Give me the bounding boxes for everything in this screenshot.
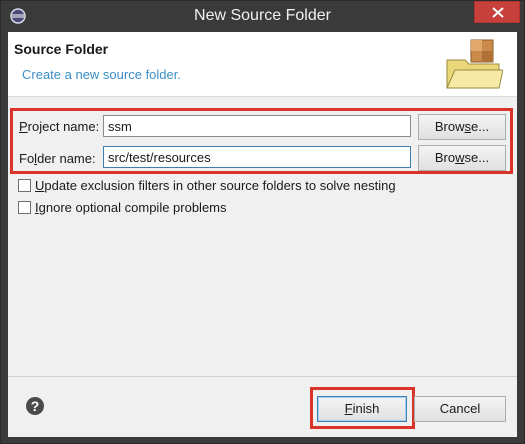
wizard-banner: Source Folder Create a new source folder… <box>8 32 517 97</box>
dialog-window: New Source Folder Source Folder Create a… <box>0 0 525 444</box>
cancel-button[interactable]: Cancel <box>414 396 506 422</box>
update-exclusion-text: pdate exclusion filters in other source … <box>44 178 396 193</box>
finish-mnemonic: F <box>344 401 353 416</box>
folder-browse-button[interactable]: Browse... <box>418 145 506 171</box>
finish-button[interactable]: Finish <box>317 396 407 422</box>
svg-text:?: ? <box>31 398 40 414</box>
dialog-body: Source Folder Create a new source folder… <box>8 32 517 437</box>
project-label-text: roject name: <box>27 119 100 134</box>
banner-subtitle: Create a new source folder. <box>22 67 181 82</box>
ignore-problems-checkbox[interactable] <box>18 201 31 214</box>
footer-separator <box>8 376 517 377</box>
folder-browse-label-rest: se... <box>464 150 490 165</box>
update-exclusion-checkbox[interactable] <box>18 179 31 192</box>
folder-browse-mnemonic: w <box>455 150 465 165</box>
project-browse-button[interactable]: Browse... <box>418 114 506 140</box>
window-title: New Source Folder <box>194 7 331 24</box>
project-browse-label-rest: e... <box>471 119 490 134</box>
close-button[interactable] <box>474 1 520 23</box>
folder-label-pre: Fo <box>19 151 35 166</box>
help-icon[interactable]: ? <box>25 396 45 416</box>
project-browse-label-pre: Brow <box>434 119 465 134</box>
folder-name-label: Folder name: <box>19 151 96 166</box>
project-label-mnemonic: P <box>19 119 28 134</box>
banner-title: Source Folder <box>14 41 109 57</box>
title-bar[interactable]: New Source Folder <box>1 1 524 32</box>
update-exclusion-label[interactable]: Update exclusion filters in other source… <box>35 178 396 193</box>
folder-browse-label-pre: Bro <box>434 150 456 165</box>
ignore-problems-text: gnore optional compile problems <box>38 200 227 215</box>
close-icon <box>492 7 504 18</box>
source-folder-icon <box>446 39 503 89</box>
folder-name-input[interactable] <box>103 146 411 168</box>
update-exclusion-mnemonic: U <box>35 178 45 193</box>
project-name-label: Project name: <box>19 119 99 134</box>
project-name-input[interactable] <box>103 115 411 137</box>
ignore-problems-label[interactable]: Ignore optional compile problems <box>35 200 227 215</box>
folder-label-rest: der name: <box>37 151 96 166</box>
finish-label-rest: inish <box>352 401 380 416</box>
